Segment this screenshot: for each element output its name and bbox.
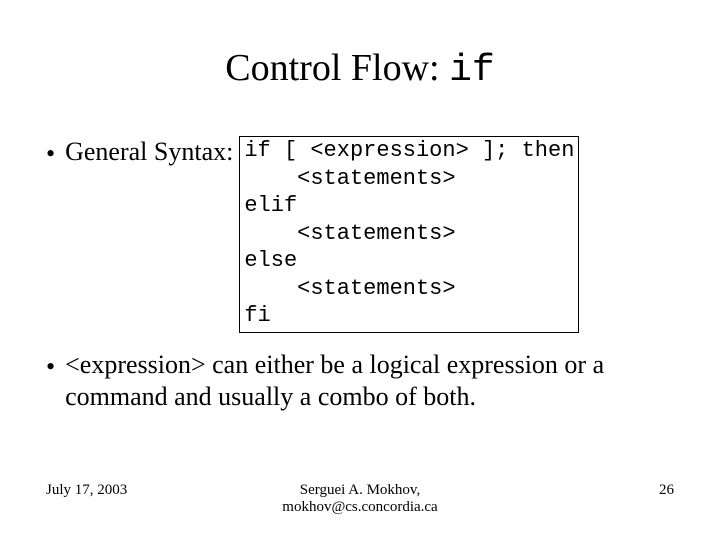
bullet-syntax: • General Syntax: if [ <expression> ]; t… bbox=[46, 136, 674, 333]
code-l2: <statements> bbox=[244, 166, 455, 191]
footer-author: Serguei A. Mokhov, bbox=[186, 482, 534, 499]
code-l1: if [ <expression> ]; then bbox=[244, 138, 574, 163]
syntax-label: General Syntax: bbox=[65, 136, 233, 169]
bullet-marker: • bbox=[46, 138, 55, 171]
code-box: if [ <expression> ]; then <statements> e… bbox=[239, 136, 579, 333]
code-l7: fi bbox=[244, 303, 270, 328]
footer-date: July 17, 2003 bbox=[46, 482, 186, 499]
slide: Control Flow: if • General Syntax: if [ … bbox=[0, 0, 720, 540]
bullet-marker: • bbox=[46, 351, 55, 384]
bullet-body: • <expression> can either be a logical e… bbox=[46, 349, 674, 414]
title-text: Control Flow: bbox=[225, 47, 449, 89]
code-l4: <statements> bbox=[244, 221, 455, 246]
code-l5: else bbox=[244, 248, 297, 273]
code-l3: elif bbox=[244, 193, 297, 218]
footer: July 17, 2003 Serguei A. Mokhov, mokhov@… bbox=[46, 482, 674, 516]
body-text: <expression> can either be a logical exp… bbox=[65, 349, 674, 414]
footer-author-block: Serguei A. Mokhov, mokhov@cs.concordia.c… bbox=[186, 482, 534, 516]
title-code: if bbox=[449, 49, 495, 92]
slide-title: Control Flow: if bbox=[46, 46, 674, 92]
footer-page: 26 bbox=[534, 482, 674, 499]
footer-email: mokhov@cs.concordia.ca bbox=[186, 499, 534, 516]
code-l6: <statements> bbox=[244, 276, 455, 301]
